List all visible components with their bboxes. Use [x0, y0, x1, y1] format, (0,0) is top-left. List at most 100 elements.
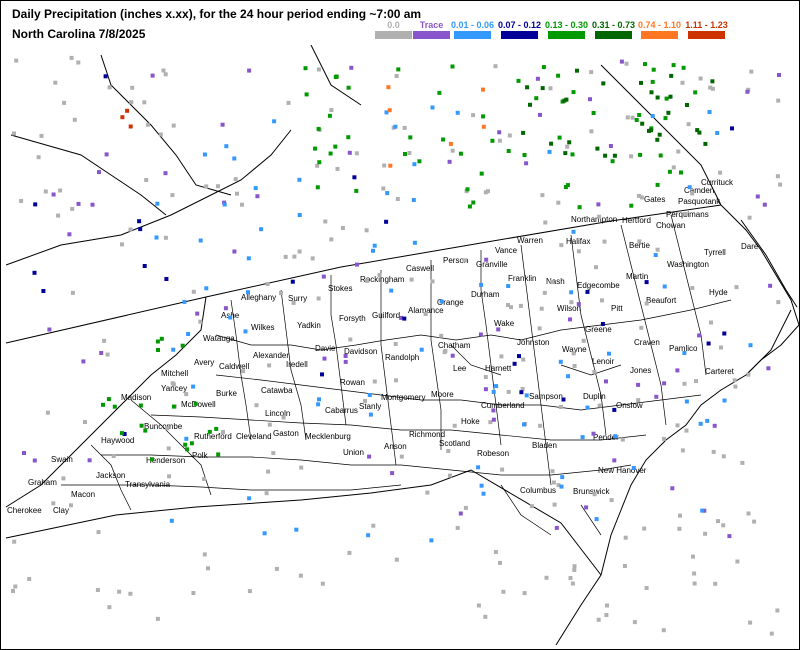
station-marker [322, 356, 327, 361]
legend-swatch [454, 31, 491, 39]
county-label: Bladen [532, 441, 557, 450]
station-marker [496, 327, 501, 332]
station-marker [166, 446, 171, 451]
station-marker [733, 384, 738, 389]
station-marker [384, 219, 389, 224]
station-marker [417, 159, 422, 164]
station-marker [437, 90, 442, 95]
station-marker [748, 620, 753, 625]
station-marker [629, 154, 634, 159]
county-label: Randolph [385, 353, 419, 362]
station-marker [481, 491, 486, 496]
station-marker [267, 363, 272, 368]
station-marker [304, 92, 309, 97]
station-marker [45, 410, 50, 415]
station-marker [619, 59, 624, 64]
legend-label: 0.01 - 0.06 [450, 20, 495, 30]
station-marker [155, 339, 160, 344]
county-label: Swain [51, 455, 73, 464]
county-label: Beaufort [646, 296, 677, 305]
station-marker [543, 220, 548, 225]
station-marker [669, 73, 674, 78]
station-marker [644, 586, 649, 590]
station-marker [570, 581, 575, 586]
station-marker [150, 73, 155, 78]
station-marker [297, 177, 302, 182]
station-marker [12, 539, 17, 544]
station-marker [313, 146, 318, 151]
station-marker [291, 300, 296, 305]
station-marker [104, 152, 109, 157]
county-label: Harnett [485, 364, 512, 373]
station-marker [467, 204, 472, 209]
station-marker [139, 423, 144, 428]
county-label: Chatham [438, 341, 471, 350]
station-marker [97, 170, 101, 175]
station-marker [490, 138, 495, 143]
county-label: Carteret [705, 367, 735, 376]
station-marker [516, 78, 521, 83]
station-marker [637, 239, 642, 244]
station-marker [642, 526, 647, 531]
station-marker [36, 155, 41, 160]
station-marker [455, 110, 460, 115]
station-marker [711, 449, 716, 454]
station-marker [202, 552, 207, 557]
station-marker [163, 171, 168, 176]
station-marker [221, 430, 225, 434]
station-marker [240, 202, 244, 207]
station-marker [142, 264, 147, 268]
station-marker [640, 121, 645, 126]
station-marker [541, 65, 546, 70]
station-marker [498, 560, 502, 565]
station-marker [661, 436, 666, 441]
station-marker [246, 290, 250, 295]
station-marker [638, 152, 643, 157]
station-marker [156, 348, 160, 352]
station-marker [703, 141, 708, 146]
station-marker [419, 347, 424, 352]
station-marker [334, 74, 339, 79]
station-marker [571, 90, 576, 95]
station-marker [778, 182, 783, 187]
station-marker [76, 60, 81, 65]
station-marker [597, 214, 602, 219]
station-marker [712, 423, 717, 428]
station-marker [571, 351, 576, 356]
station-marker [354, 188, 359, 193]
station-marker [389, 288, 394, 293]
station-marker [639, 325, 644, 330]
station-marker [372, 243, 377, 248]
county-label: Cleveland [236, 432, 272, 441]
station-marker [597, 403, 602, 408]
station-marker [343, 354, 348, 358]
station-marker [671, 165, 676, 170]
station-marker [693, 90, 698, 95]
station-marker [346, 135, 351, 140]
station-marker [671, 63, 676, 68]
station-marker [776, 300, 781, 305]
station-marker [705, 418, 710, 423]
station-marker [128, 227, 133, 232]
station-marker [117, 589, 122, 594]
station-marker [452, 423, 457, 428]
station-marker [144, 178, 149, 182]
legend-label: 0.13 - 0.30 [544, 20, 589, 30]
station-marker [681, 65, 686, 70]
station-marker [623, 535, 628, 540]
station-marker [612, 407, 617, 412]
station-marker [32, 458, 37, 463]
county-label: Robeson [477, 449, 509, 458]
station-marker [600, 322, 605, 326]
station-marker [667, 169, 672, 174]
station-marker [734, 285, 739, 290]
station-marker [732, 378, 737, 383]
county-label: Scotland [439, 439, 470, 448]
station-marker [670, 486, 675, 491]
legend-label: 0.31 - 0.73 [591, 20, 636, 30]
station-marker [568, 317, 572, 322]
county-label: Alexander [253, 351, 289, 360]
station-marker [777, 73, 781, 77]
station-marker [643, 62, 647, 67]
county-label: Haywood [101, 436, 134, 445]
